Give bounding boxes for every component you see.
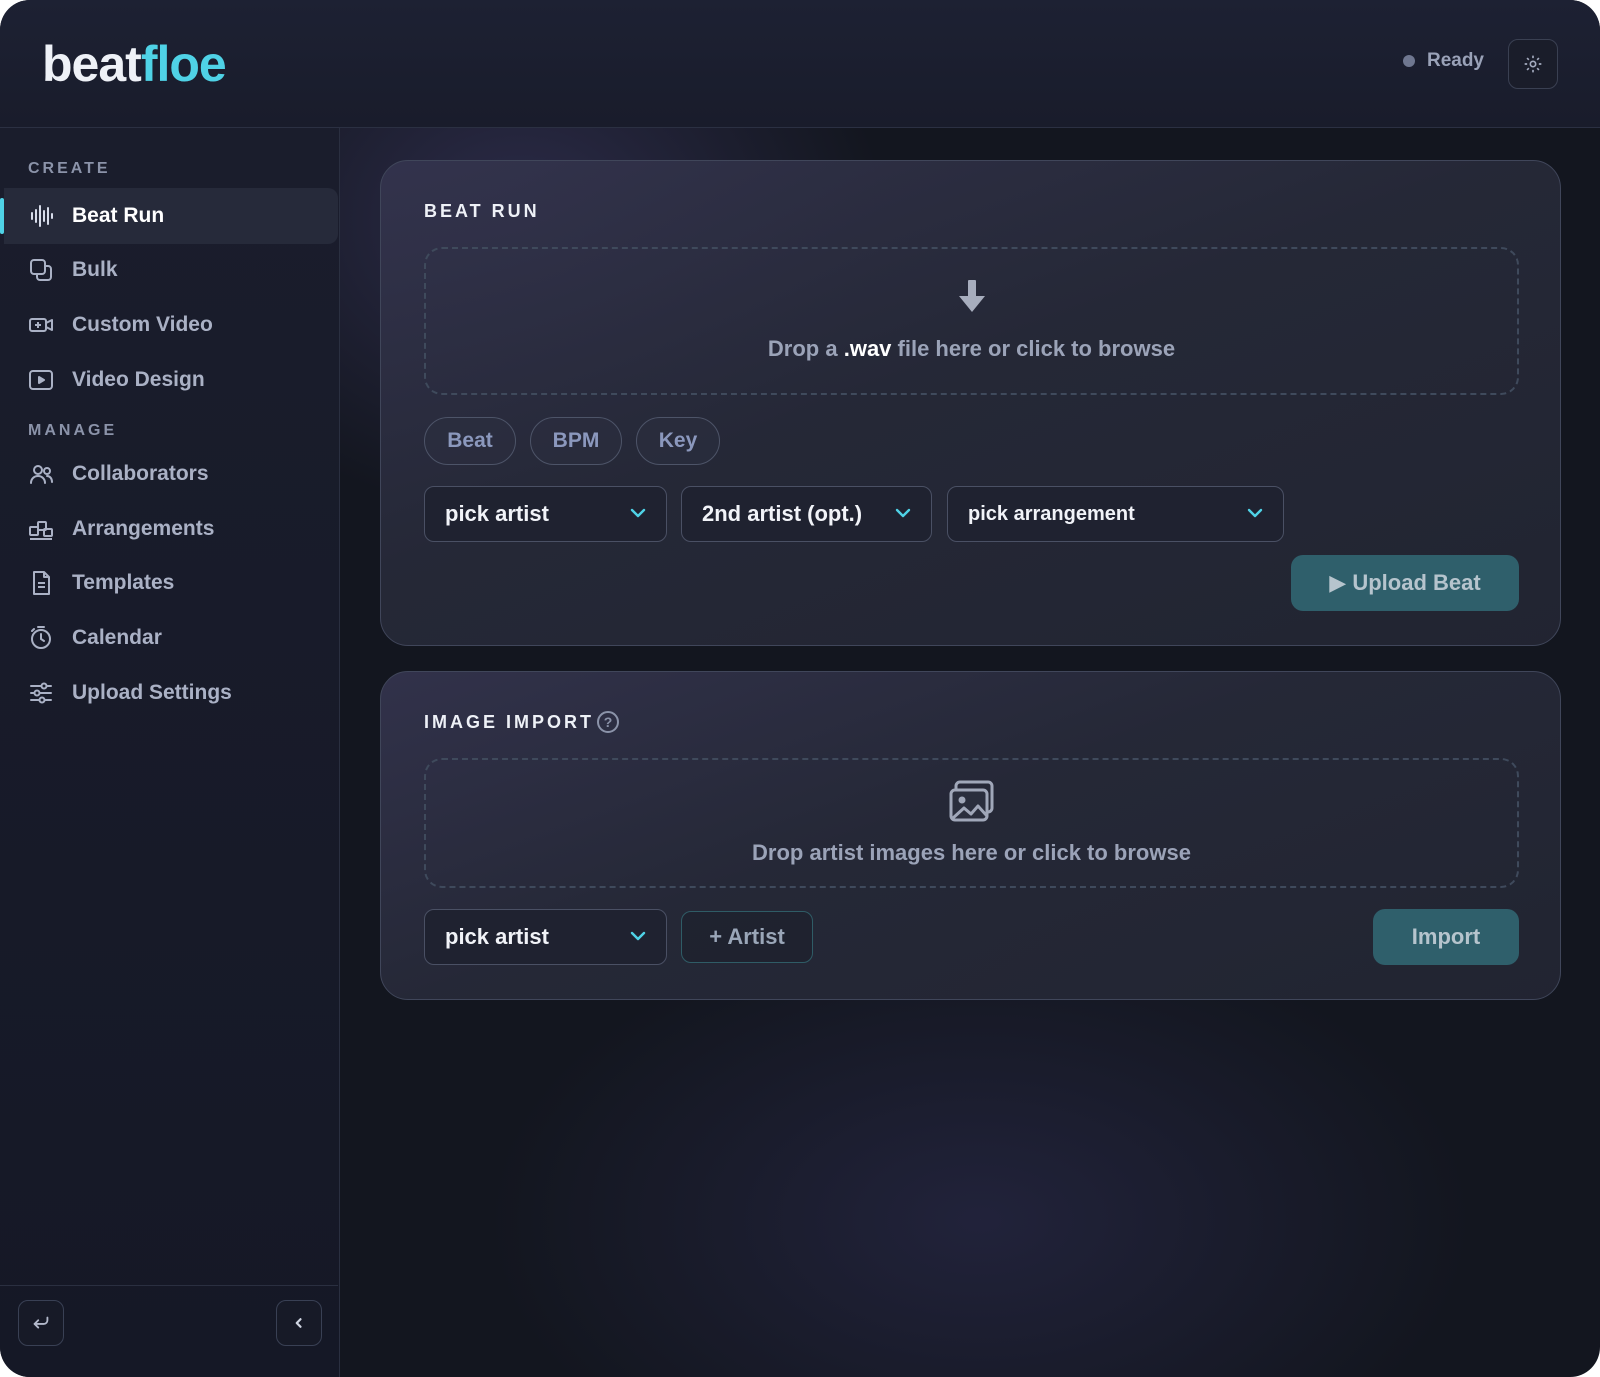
- drop-suffix-text: file here or click to browse: [891, 336, 1176, 361]
- chevron-down-icon: [630, 508, 646, 518]
- sidebar-item-label: Calendar: [72, 626, 162, 649]
- chevron-down-icon: [895, 508, 911, 518]
- logo-text-beat: beat: [42, 36, 142, 92]
- wav-drop-text: Drop a .wav file here or click to browse: [768, 336, 1175, 362]
- gear-icon: [1524, 55, 1542, 73]
- chip-key[interactable]: Key: [636, 417, 720, 465]
- chip-bpm[interactable]: BPM: [530, 417, 622, 465]
- sidebar-item-label: Beat Run: [72, 204, 165, 227]
- sidebar-item-collaborators[interactable]: Collaborators: [0, 446, 338, 502]
- sidebar-item-beat-run[interactable]: Beat Run: [0, 188, 338, 244]
- upload-beat-button[interactable]: ▶ Upload Beat: [1291, 555, 1519, 611]
- arrangement-select-value: pick arrangement: [968, 502, 1135, 525]
- sidebar-item-upload-settings[interactable]: Upload Settings: [0, 665, 338, 721]
- app-window: beatfloe Ready CREATE Beat Run Bulk Cust…: [0, 0, 1600, 1377]
- sidebar-item-templates[interactable]: Templates: [0, 555, 338, 611]
- chevron-down-icon: [1247, 508, 1263, 518]
- return-icon: [33, 1316, 49, 1329]
- logo: beatfloe: [42, 36, 227, 92]
- timer-icon: [28, 625, 54, 651]
- sidebar-item-label: Arrangements: [72, 517, 215, 540]
- waveform-icon: [28, 203, 54, 229]
- add-artist-button[interactable]: + Artist: [681, 911, 813, 963]
- document-icon: [28, 570, 54, 596]
- logo-text-floe: floe: [140, 36, 227, 92]
- image-icon: [949, 780, 993, 822]
- beat-run-title: BEAT RUN: [424, 201, 540, 221]
- artist-select-value: pick artist: [445, 501, 549, 526]
- import-button[interactable]: Import: [1373, 909, 1519, 965]
- beat-run-card: BEAT RUN Drop a .wav file here or click …: [380, 160, 1561, 646]
- chevron-left-icon: [295, 1318, 302, 1328]
- users-icon: [28, 461, 54, 487]
- sidebar-item-bulk[interactable]: Bulk: [0, 242, 338, 298]
- sidebar: CREATE Beat Run Bulk Custom Video Video …: [0, 128, 340, 1377]
- chevron-down-icon: [630, 931, 646, 941]
- wav-dropzone[interactable]: Drop a .wav file here or click to browse: [424, 247, 1519, 395]
- blocks-icon: [28, 516, 54, 542]
- status-dot: [1402, 55, 1415, 67]
- import-artist-select-value: pick artist: [445, 924, 549, 949]
- drop-highlight-text: .wav: [843, 336, 892, 361]
- image-import-title: IMAGE IMPORT: [424, 712, 594, 732]
- artist-select[interactable]: pick artist: [424, 486, 667, 542]
- arrangement-select[interactable]: pick arrangement: [947, 486, 1284, 542]
- section-label-manage: MANAGE: [28, 422, 118, 439]
- image-dropzone[interactable]: Drop artist images here or click to brow…: [424, 758, 1519, 888]
- sidebar-item-arrangements[interactable]: Arrangements: [0, 501, 338, 557]
- back-button[interactable]: [18, 1300, 64, 1346]
- help-icon[interactable]: ?: [597, 711, 619, 733]
- section-label-create: CREATE: [28, 160, 111, 177]
- sidebar-item-video-design[interactable]: Video Design: [0, 352, 338, 408]
- sidebar-item-label: Video Design: [72, 368, 205, 391]
- sidebar-item-calendar[interactable]: Calendar: [0, 610, 338, 666]
- collapse-sidebar-button[interactable]: [276, 1300, 322, 1346]
- settings-button[interactable]: [1508, 39, 1558, 89]
- sidebar-footer: [0, 1285, 338, 1377]
- image-drop-text: Drop artist images here or click to brow…: [752, 840, 1191, 865]
- header: beatfloe Ready: [0, 0, 1600, 128]
- drop-prefix-text: Drop a: [767, 336, 844, 361]
- second-artist-select-value: 2nd artist (opt.): [702, 501, 863, 526]
- arrow-down-icon: [958, 280, 985, 312]
- sidebar-item-label: Upload Settings: [72, 681, 232, 704]
- second-artist-select[interactable]: 2nd artist (opt.): [681, 486, 932, 542]
- sidebar-item-label: Bulk: [72, 258, 118, 281]
- sidebar-item-label: Templates: [72, 571, 175, 594]
- status-text: Ready: [1426, 50, 1484, 71]
- chip-beat[interactable]: Beat: [424, 417, 516, 465]
- sidebar-item-label: Collaborators: [72, 462, 209, 485]
- image-import-card: IMAGE IMPORT ? Drop artist images here o…: [380, 671, 1561, 1000]
- sidebar-item-custom-video[interactable]: Custom Video: [0, 297, 338, 353]
- status-indicator: Ready: [1402, 50, 1484, 72]
- sliders-icon: [28, 680, 54, 706]
- video-camera-icon: [28, 312, 54, 338]
- sidebar-item-label: Custom Video: [72, 313, 213, 336]
- play-screen-icon: [28, 367, 54, 393]
- copy-icon: [28, 257, 54, 283]
- import-artist-select[interactable]: pick artist: [424, 909, 667, 965]
